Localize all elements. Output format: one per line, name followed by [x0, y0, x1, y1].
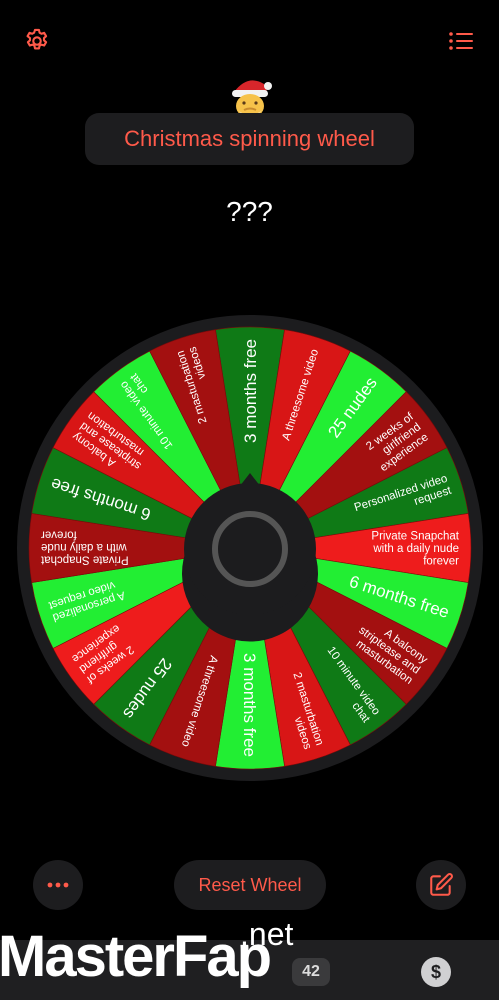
menu-button[interactable]	[444, 24, 478, 58]
watermark-logo: MasterFap	[0, 924, 272, 989]
more-button[interactable]	[33, 860, 83, 910]
dollar-icon[interactable]: $	[421, 957, 451, 987]
count-badge[interactable]: 42	[292, 958, 330, 986]
spin-result: ???	[226, 196, 273, 227]
reset-wheel-button[interactable]: Reset Wheel	[174, 860, 326, 910]
wheel-segment-label: 3 months free	[240, 653, 259, 757]
spinning-wheel[interactable]: 3 months free A threesome video 25 nudes2 …	[15, 313, 485, 783]
wheel-title-box[interactable]: Christmas spinning wheel	[85, 113, 414, 165]
watermark-suffix: .net	[240, 916, 294, 952]
list-icon	[449, 32, 473, 50]
gear-icon	[26, 28, 48, 50]
settings-button[interactable]	[20, 24, 54, 58]
ellipsis-icon	[47, 882, 69, 888]
edit-button[interactable]	[416, 860, 466, 910]
wheel-title: Christmas spinning wheel	[124, 126, 375, 151]
edit-icon	[430, 873, 453, 896]
wheel-segment-label: 3 months free	[241, 339, 260, 443]
